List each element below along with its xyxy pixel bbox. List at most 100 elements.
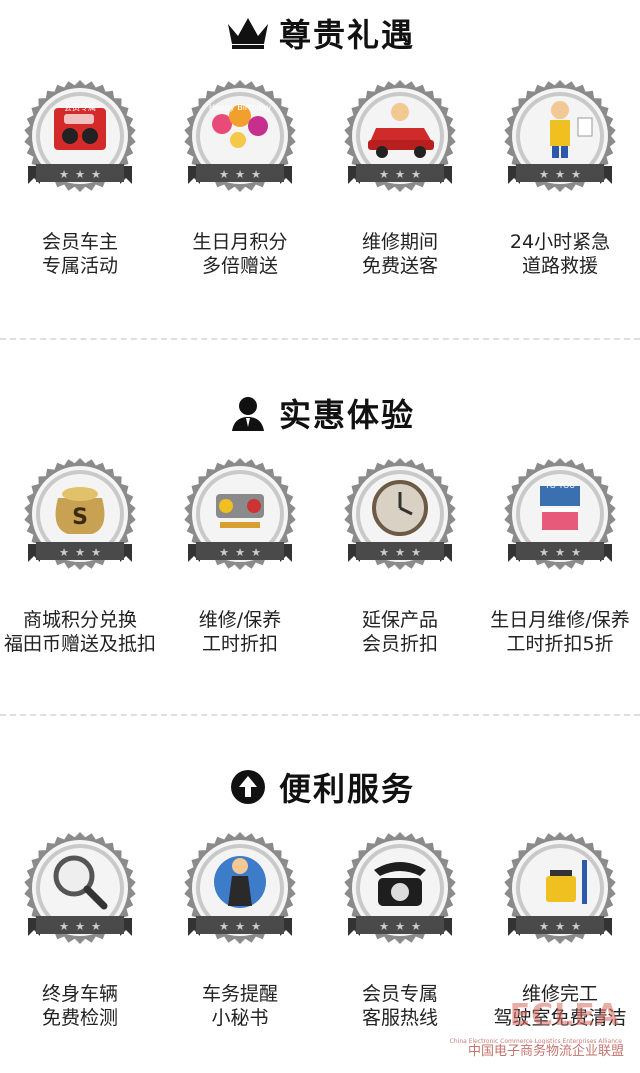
benefit-item: 会员专属 ★ ★ ★ 会员车主 专属活动 — [0, 80, 160, 280]
badge-picture-text: Happy Birthday — [209, 103, 272, 112]
star-icon: ★ — [395, 546, 405, 559]
star-icon: ★ — [59, 920, 69, 933]
benefit-label-line1: 维修期间 — [361, 231, 438, 253]
benefit-label-line2: 专属活动 — [41, 255, 118, 277]
star-icon: ★ — [571, 546, 581, 559]
badge-medal: ★ ★ ★ — [344, 80, 456, 192]
benefit-label-line1: 车务提醒 — [201, 983, 278, 1005]
benefit-label-line1: 生日月积分 — [192, 231, 288, 253]
benefit-label-line1: 维修/保养 — [198, 609, 282, 631]
section-header: 便利服务 — [0, 762, 640, 812]
star-icon: ★ — [235, 546, 245, 559]
star-icon: ★ — [571, 168, 581, 181]
benefit-label-line2: 会员折扣 — [361, 633, 438, 655]
star-icon: ★ — [91, 168, 101, 181]
benefit-item: ★ ★ ★ 延保产品 会员折扣 — [320, 458, 480, 658]
benefit-label-line1: 商城积分兑换 — [22, 609, 137, 631]
star-icon: ★ — [251, 546, 261, 559]
benefit-label-line2: 福田币赠送及抵扣 — [3, 633, 156, 655]
benefit-label-line1: 24小时紧急 — [509, 231, 611, 253]
watermark-chinese: 中国电子商务物流企业联盟 — [467, 1044, 624, 1059]
benefit-item: TO YOU ★ ★ ★ 生日月维修/保养 工时折扣5折 — [480, 458, 640, 658]
star-icon: ★ — [379, 920, 389, 933]
benefit-label-line2: 小秘书 — [211, 1007, 269, 1029]
star-icon: ★ — [219, 920, 229, 933]
benefit-label-line2: 多倍赠送 — [201, 255, 278, 277]
benefit-label-line2: 工时折扣 — [201, 633, 278, 655]
star-icon: ★ — [539, 546, 549, 559]
benefit-label-line2: 工时折扣5折 — [506, 633, 614, 655]
benefit-label-line2: 免费检测 — [41, 1007, 118, 1029]
star-icon: ★ — [219, 546, 229, 559]
star-icon: ★ — [411, 920, 421, 933]
star-icon: ★ — [379, 546, 389, 559]
svg-text:S: S — [72, 505, 88, 530]
badge-picture-text: 会员专属 — [64, 102, 96, 112]
benefit-label-line1: 生日月维修/保养 — [490, 609, 630, 631]
section-divider — [0, 714, 640, 716]
section-title: 便利服务 — [278, 770, 415, 808]
star-icon: ★ — [539, 920, 549, 933]
star-icon: ★ — [235, 168, 245, 181]
star-icon: ★ — [555, 168, 565, 181]
star-icon: ★ — [59, 546, 69, 559]
clock-icon — [372, 480, 428, 536]
benefit-item: ★ ★ ★ 维修/保养 工时折扣 — [160, 458, 320, 658]
section-divider — [0, 338, 640, 340]
badge-medal: ★ ★ ★ — [504, 80, 616, 192]
benefit-item: ★ ★ ★ 24小时紧急 道路救援 — [480, 80, 640, 280]
badge-picture-text: TO YOU — [544, 481, 575, 490]
star-icon: ★ — [395, 920, 405, 933]
benefit-item: S ★ ★ ★ 商城积分兑换 福田币赠送及抵扣 — [0, 458, 160, 658]
badge-medal: ★ ★ ★ — [504, 832, 616, 944]
star-icon: ★ — [75, 920, 85, 933]
badge-medal: ★ ★ ★ — [24, 832, 136, 944]
section-header: 尊贵礼遇 — [0, 8, 640, 58]
star-icon: ★ — [539, 168, 549, 181]
star-icon: ★ — [555, 546, 565, 559]
badge-medal: 会员专属 ★ ★ ★ — [24, 80, 136, 192]
secretary-icon — [214, 856, 266, 908]
benefit-item: ★ ★ ★ 维修期间 免费送客 — [320, 80, 480, 280]
badge-medal: S ★ ★ ★ — [24, 458, 136, 570]
star-icon: ★ — [91, 546, 101, 559]
benefit-label-line1: 延保产品 — [361, 609, 438, 631]
badge-medal: TO YOU ★ ★ ★ — [504, 458, 616, 570]
benefit-item: ★ ★ ★ 会员专属 客服热线 — [320, 832, 480, 1032]
star-icon: ★ — [571, 920, 581, 933]
star-icon: ★ — [91, 920, 101, 933]
star-icon: ★ — [251, 920, 261, 933]
benefit-label-line1: 会员专属 — [361, 983, 438, 1005]
star-icon: ★ — [219, 168, 229, 181]
badge-medal: ★ ★ ★ — [184, 832, 296, 944]
star-icon: ★ — [59, 168, 69, 181]
star-icon: ★ — [411, 168, 421, 181]
badge-medal: ★ ★ ★ — [344, 832, 456, 944]
badge-medal: Happy Birthday ★ ★ ★ — [184, 80, 296, 192]
benefit-item: ★ ★ ★ 车务提醒 小秘书 — [160, 832, 320, 1032]
star-icon: ★ — [75, 546, 85, 559]
crown-icon — [225, 13, 271, 53]
star-icon: ★ — [75, 168, 85, 181]
benefit-label-line1: 会员车主 — [41, 231, 118, 253]
watermark: ECLEA China Electronic Commerce Logistic… — [434, 998, 634, 1067]
section-header: 实惠体验 — [0, 388, 640, 438]
benefit-item: ★ ★ ★ 终身车辆 免费检测 — [0, 832, 160, 1032]
red-envelope-icon — [54, 108, 106, 150]
star-icon: ★ — [235, 920, 245, 933]
money-bag-icon: S — [55, 487, 105, 534]
star-icon: ★ — [395, 168, 405, 181]
star-icon: ★ — [555, 920, 565, 933]
benefit-label-line1: 终身车辆 — [41, 983, 118, 1005]
agent-icon — [225, 393, 271, 433]
badge-medal: ★ ★ ★ — [184, 458, 296, 570]
star-icon: ★ — [411, 546, 421, 559]
benefit-label-line2: 免费送客 — [361, 255, 438, 277]
benefit-item: Happy Birthday ★ ★ ★ 生日月积分 多倍赠送 — [160, 80, 320, 280]
star-icon: ★ — [379, 168, 389, 181]
badge-medal: ★ ★ ★ — [344, 458, 456, 570]
watermark-logo: ECLEA — [509, 998, 620, 1033]
section-title: 实惠体验 — [278, 396, 415, 434]
birthday-cake-icon — [540, 486, 580, 530]
telephone-icon — [374, 862, 426, 906]
